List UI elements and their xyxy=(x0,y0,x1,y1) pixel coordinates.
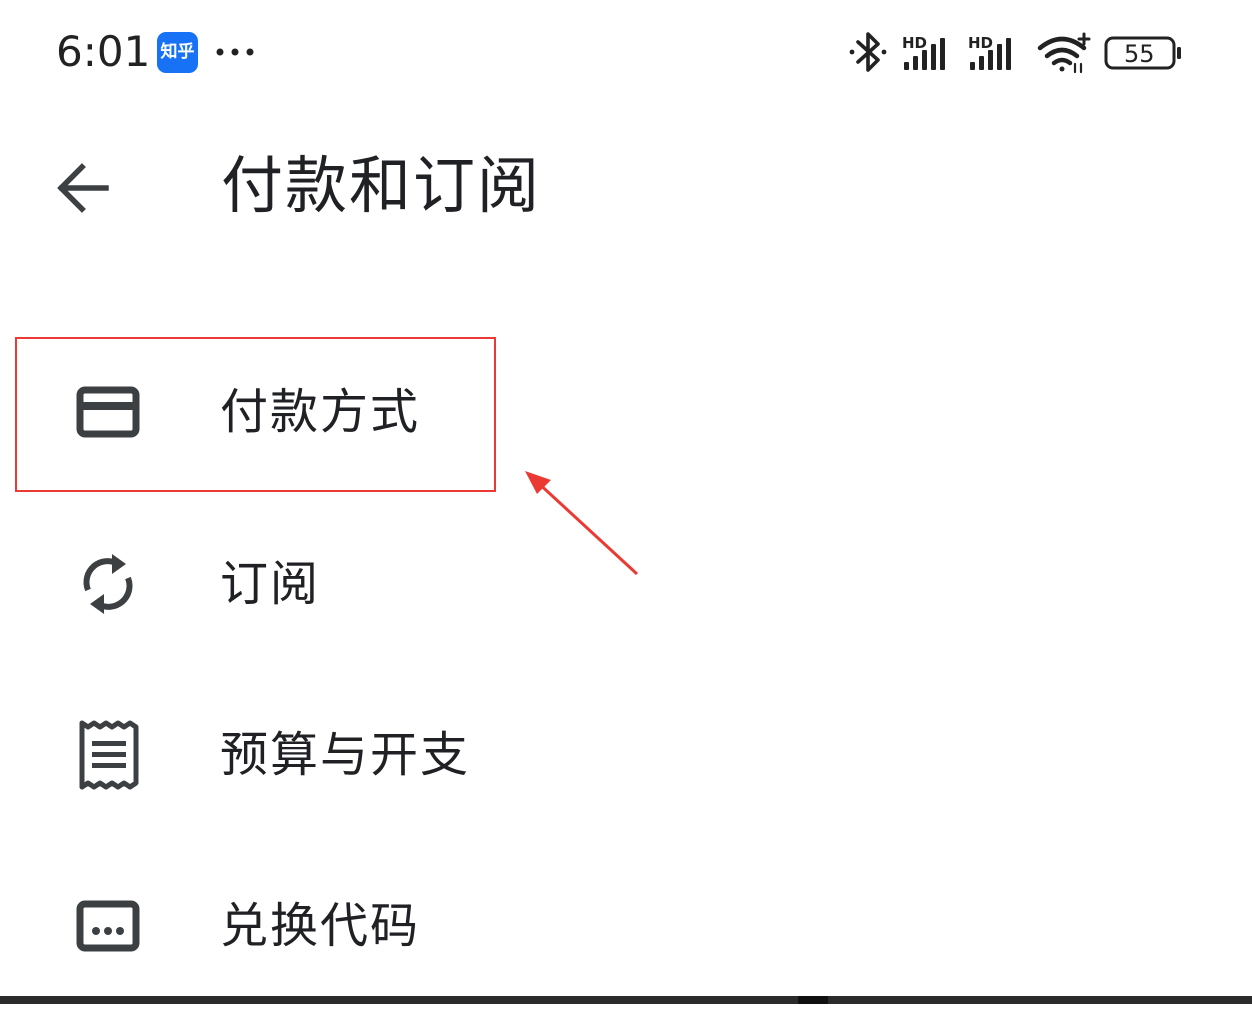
battery-icon: 55 xyxy=(1104,36,1181,70)
menu-item-redeem-code[interactable]: 兑换代码 xyxy=(0,841,1252,1011)
battery-level: 55 xyxy=(1124,40,1155,68)
status-bar: 6:01 知乎 HD HD 55 xyxy=(0,0,1252,104)
arrow-left-icon xyxy=(57,163,109,213)
svg-text:HD: HD xyxy=(968,34,993,52)
back-button[interactable] xyxy=(50,155,116,221)
page-title: 付款和订阅 xyxy=(221,149,542,222)
wifi-icon xyxy=(1037,32,1091,74)
menu-item-label: 订阅 xyxy=(220,556,321,612)
menu-item-label: 预算与开支 xyxy=(220,727,471,783)
svg-text:HD: HD xyxy=(902,34,927,52)
cellular-signal-icon-2: HD xyxy=(968,34,1011,70)
bottom-strip-mark xyxy=(798,996,828,1004)
receipt-icon xyxy=(79,720,139,790)
redeem-code-icon xyxy=(76,900,140,952)
bottom-strip xyxy=(0,996,1252,1004)
bluetooth-icon xyxy=(849,32,887,72)
menu-item-budget-spending[interactable]: 预算与开支 xyxy=(0,670,1252,840)
more-dots-icon xyxy=(216,48,254,56)
zhihu-app-icon: 知乎 xyxy=(157,32,198,73)
menu-item-label: 兑换代码 xyxy=(220,898,421,954)
status-time: 6:01 xyxy=(56,27,151,76)
cellular-signal-icon: HD xyxy=(902,34,945,70)
sync-icon xyxy=(83,554,133,614)
menu-item-label: 付款方式 xyxy=(220,384,421,440)
menu-item-payment-methods[interactable]: 付款方式 xyxy=(0,327,1252,497)
menu-item-subscriptions[interactable]: 订阅 xyxy=(0,499,1252,669)
status-icons: HD HD 55 xyxy=(849,32,1181,74)
credit-card-icon xyxy=(76,386,140,438)
